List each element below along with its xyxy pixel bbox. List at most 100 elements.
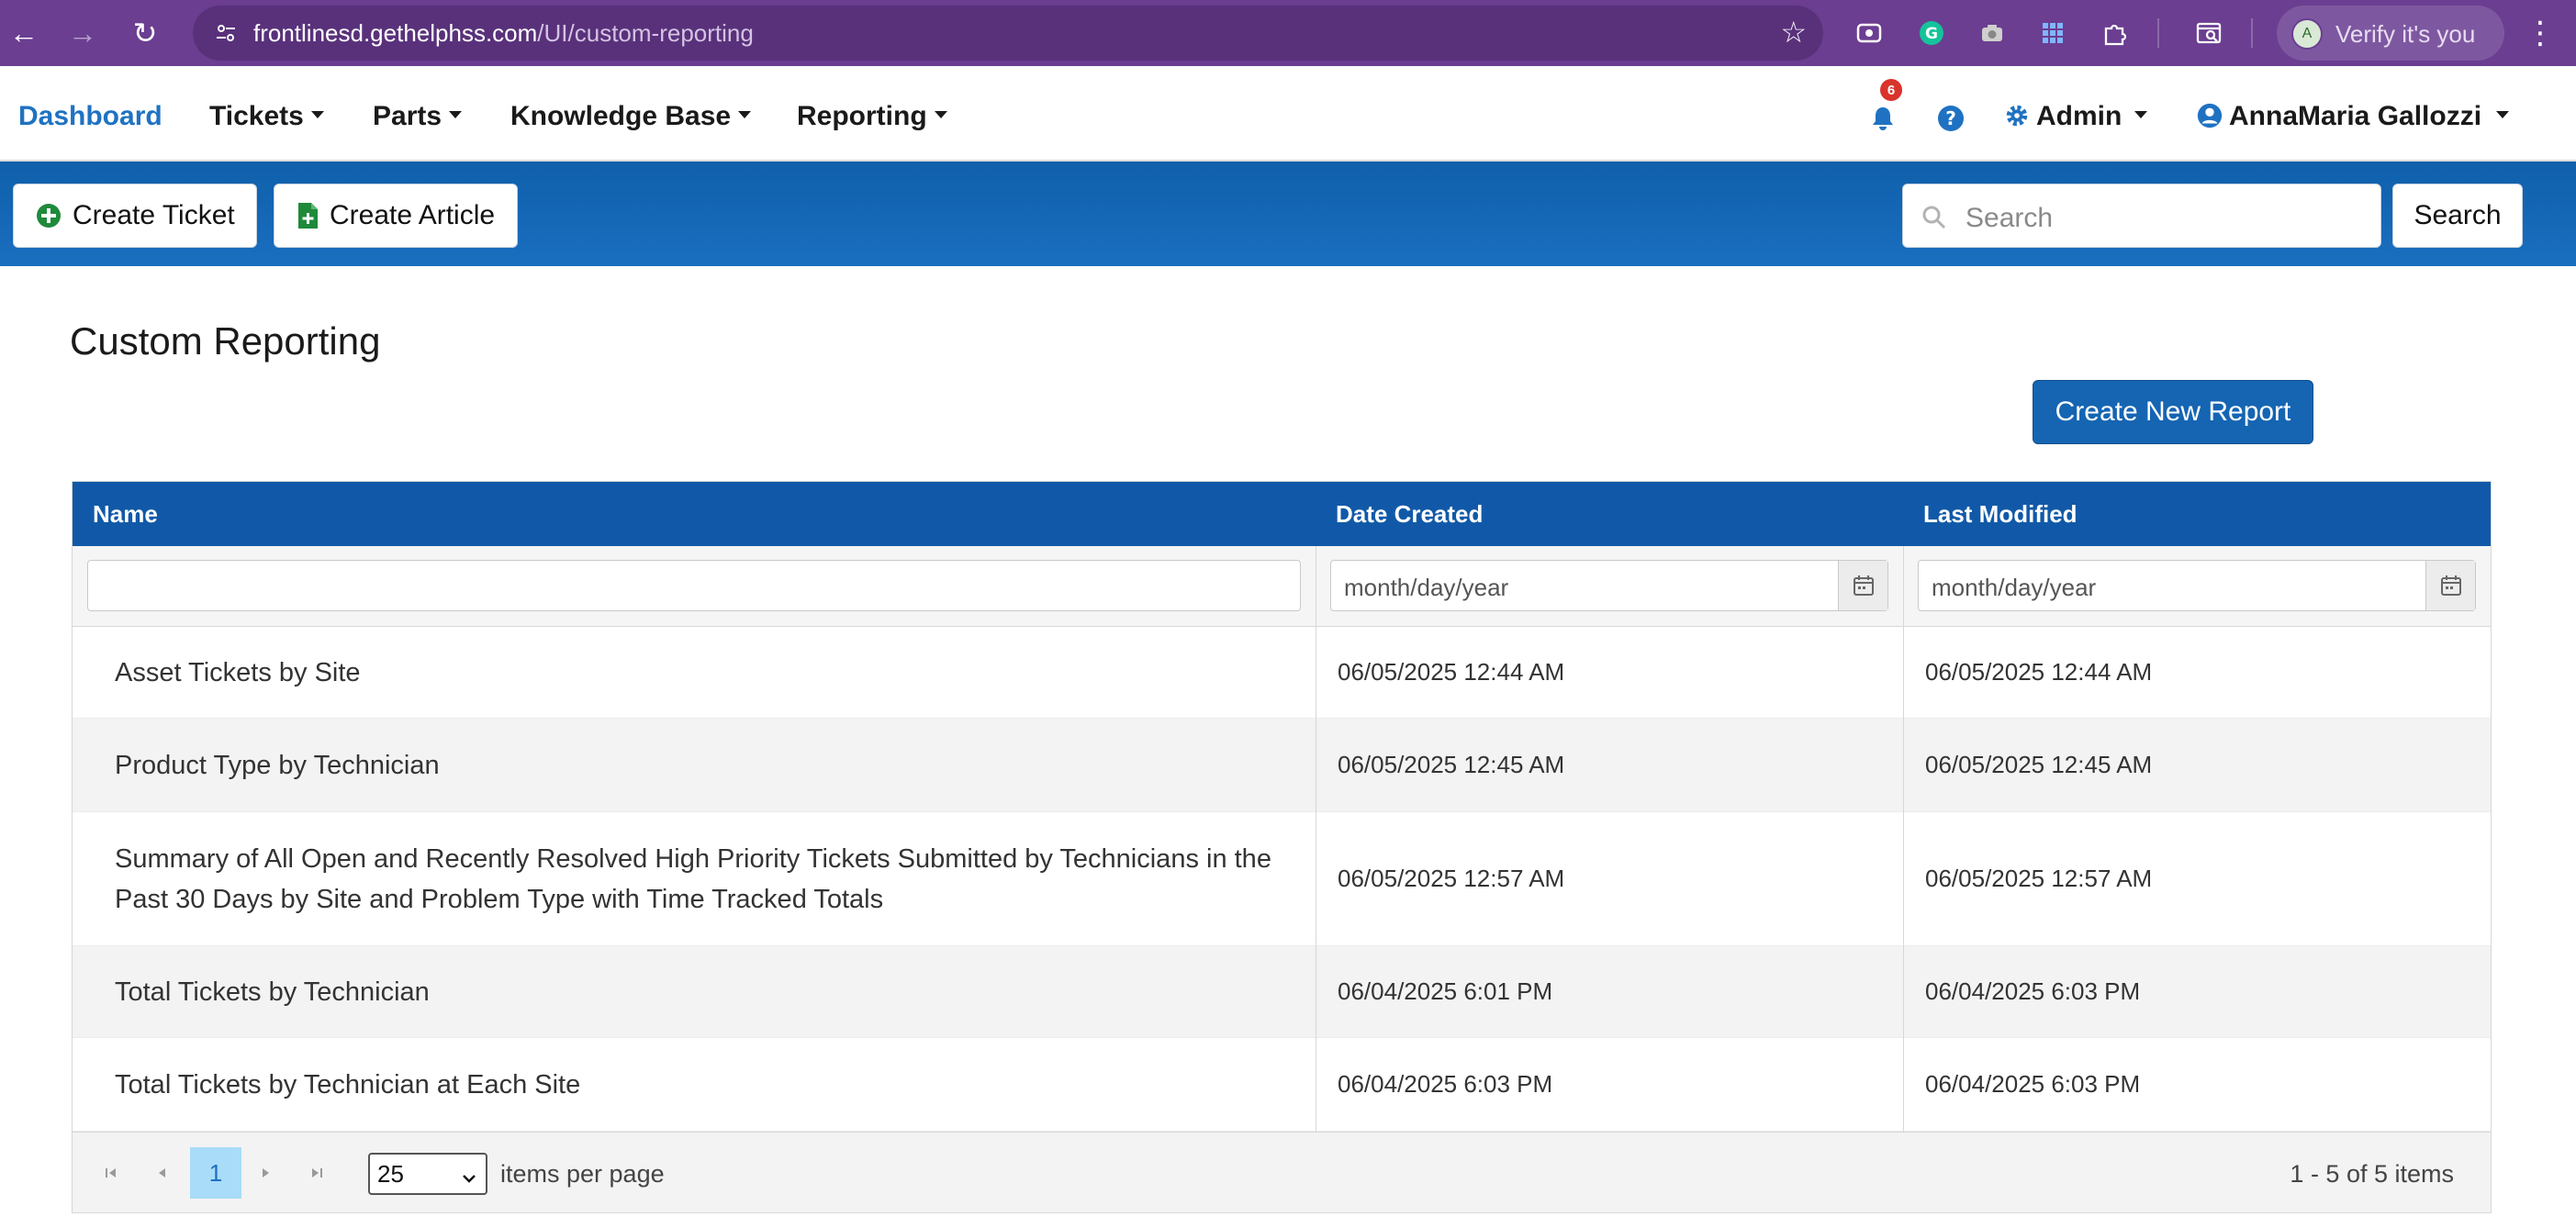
column-header-name[interactable]: Name: [73, 482, 1316, 546]
report-name[interactable]: Total Tickets by Technician: [73, 946, 1316, 1037]
browser-menu-icon[interactable]: ⋮: [2525, 13, 2556, 53]
reports-grid: Name Date Created Last Modified month/da…: [72, 481, 2492, 1213]
create-new-report-button[interactable]: Create New Report: [2033, 380, 2313, 444]
page-size-select[interactable]: 25: [368, 1153, 487, 1195]
url-text: frontlinesd.gethelphss.com/UI/custom-rep…: [253, 19, 754, 48]
help-icon[interactable]: ?: [1935, 103, 1966, 134]
create-ticket-label: Create Ticket: [73, 200, 235, 230]
forward-icon[interactable]: →: [62, 13, 103, 53]
chevron-down-icon: [449, 111, 463, 119]
items-count: 1 - 5 of 5 items: [2290, 1160, 2454, 1188]
back-icon[interactable]: ←: [4, 13, 44, 53]
name-filter-input[interactable]: [87, 560, 1301, 611]
calendar-icon[interactable]: [1838, 561, 1887, 610]
document-plus-icon: [297, 202, 319, 229]
grid-header: Name Date Created Last Modified: [73, 482, 2491, 546]
camera-extension-icon[interactable]: [1974, 15, 2010, 51]
nav-user-menu[interactable]: AnnaMaria Gallozzi: [2196, 101, 2510, 132]
extension-screen-icon[interactable]: [1851, 15, 1887, 51]
nav-reporting[interactable]: Reporting: [797, 101, 947, 132]
column-header-last-modified[interactable]: Last Modified: [1903, 482, 2491, 546]
table-row[interactable]: Product Type by Technician 06/05/2025 12…: [73, 719, 2491, 812]
page-number-button[interactable]: 1: [190, 1147, 241, 1199]
report-name[interactable]: Asset Tickets by Site: [73, 627, 1316, 718]
date-created: 06/05/2025 12:57 AM: [1338, 865, 1565, 892]
nav-knowledge-base[interactable]: Knowledge Base: [510, 101, 752, 132]
address-bar[interactable]: frontlinesd.gethelphss.com/UI/custom-rep…: [193, 6, 1823, 61]
apps-grid-icon[interactable]: [2034, 15, 2071, 51]
bookmark-star-icon[interactable]: ☆: [1780, 15, 1807, 50]
reload-icon[interactable]: ↻: [125, 13, 165, 53]
report-name[interactable]: Product Type by Technician: [73, 719, 1316, 811]
create-article-label: Create Article: [330, 200, 496, 230]
next-page-icon[interactable]: [247, 1155, 284, 1191]
column-divider: [1903, 546, 1904, 1132]
bell-icon[interactable]: [1867, 103, 1898, 134]
search-icon: [1920, 203, 1949, 237]
table-row[interactable]: Asset Tickets by Site 06/05/2025 12:44 A…: [73, 627, 2491, 719]
chevron-down-icon: [2134, 111, 2148, 119]
search-button[interactable]: Search: [2392, 184, 2523, 248]
date-created-placeholder: month/day/year: [1344, 574, 1509, 601]
items-per-page-label: items per page: [500, 1160, 665, 1188]
url-path: /UI/custom-reporting: [537, 19, 754, 47]
first-page-icon[interactable]: [93, 1155, 129, 1191]
browser-toolbar: ← → ↻ frontlinesd.gethelphss.com/UI/cust…: [0, 0, 2576, 66]
table-row[interactable]: Total Tickets by Technician 06/04/2025 6…: [73, 946, 2491, 1038]
page-size-value: 25: [377, 1159, 404, 1188]
create-ticket-button[interactable]: Create Ticket: [13, 184, 257, 248]
url-host: frontlinesd.gethelphss.com: [253, 19, 538, 47]
date-created-filter[interactable]: month/day/year: [1330, 560, 1888, 611]
site-settings-icon[interactable]: [209, 17, 242, 50]
search-placeholder: Search: [1966, 203, 2054, 233]
tab-search-icon[interactable]: [2190, 15, 2227, 51]
create-article-button[interactable]: Create Article: [274, 184, 518, 248]
nav-dashboard[interactable]: Dashboard: [18, 101, 162, 132]
extensions-puzzle-icon[interactable]: [2097, 15, 2134, 51]
last-modified: 06/05/2025 12:44 AM: [1925, 658, 2153, 686]
last-page-icon[interactable]: [298, 1155, 335, 1191]
pager: 1 25 items per page 1 - 5 of 5 items: [73, 1132, 2491, 1212]
chevron-down-icon: [738, 111, 752, 119]
nav-tickets-label: Tickets: [209, 101, 304, 131]
date-created: 06/04/2025 6:03 PM: [1338, 1070, 1553, 1098]
nav-knowledge-base-label: Knowledge Base: [510, 101, 732, 131]
plus-circle-icon: [36, 203, 62, 229]
table-row[interactable]: Total Tickets by Technician at Each Site…: [73, 1038, 2491, 1132]
search-input[interactable]: Search: [1902, 184, 2381, 248]
last-modified: 06/05/2025 12:45 AM: [1925, 751, 2153, 778]
toolbar-divider: [2157, 18, 2159, 48]
profile-button[interactable]: A Verify it's you: [2277, 6, 2504, 61]
date-created: 06/05/2025 12:44 AM: [1338, 658, 1565, 686]
nav-parts[interactable]: Parts: [373, 101, 463, 132]
last-modified-filter[interactable]: month/day/year: [1918, 560, 2476, 611]
report-name[interactable]: Total Tickets by Technician at Each Site: [73, 1038, 1316, 1131]
report-name[interactable]: Summary of All Open and Recently Resolve…: [73, 812, 1316, 945]
calendar-icon[interactable]: [2425, 561, 2475, 610]
profile-label: Verify it's you: [2335, 20, 2476, 48]
previous-page-icon[interactable]: [144, 1155, 181, 1191]
chevron-down-icon: [2496, 111, 2510, 119]
nav-parts-label: Parts: [373, 101, 442, 131]
nav-admin[interactable]: Admin: [2003, 101, 2148, 132]
page-title: Custom Reporting: [70, 319, 381, 363]
nav-user-label: AnnaMaria Gallozzi: [2229, 101, 2482, 131]
chevron-down-icon: [934, 111, 947, 119]
grammarly-icon[interactable]: G: [1913, 15, 1950, 51]
column-header-date-created[interactable]: Date Created: [1316, 482, 1903, 546]
table-row[interactable]: Summary of All Open and Recently Resolve…: [73, 812, 2491, 946]
nav-tickets[interactable]: Tickets: [209, 101, 324, 132]
gear-icon: [2006, 105, 2028, 127]
profile-avatar: A: [2291, 18, 2323, 50]
last-modified-placeholder: month/day/year: [1932, 574, 2097, 601]
last-modified: 06/05/2025 12:57 AM: [1925, 865, 2153, 892]
chevron-down-icon: [310, 111, 324, 119]
toolbar-divider: [2251, 18, 2253, 48]
last-modified: 06/04/2025 6:03 PM: [1925, 977, 2141, 1005]
app-navbar: Dashboard Tickets Parts Knowledge Base R…: [0, 66, 2576, 162]
date-created: 06/04/2025 6:01 PM: [1338, 977, 1553, 1005]
action-band: Create Ticket Create Article Search Sear…: [0, 162, 2576, 266]
svg-text:G: G: [1925, 25, 1938, 43]
user-circle-icon: [2197, 103, 2223, 128]
chevron-down-icon: [460, 1166, 478, 1194]
